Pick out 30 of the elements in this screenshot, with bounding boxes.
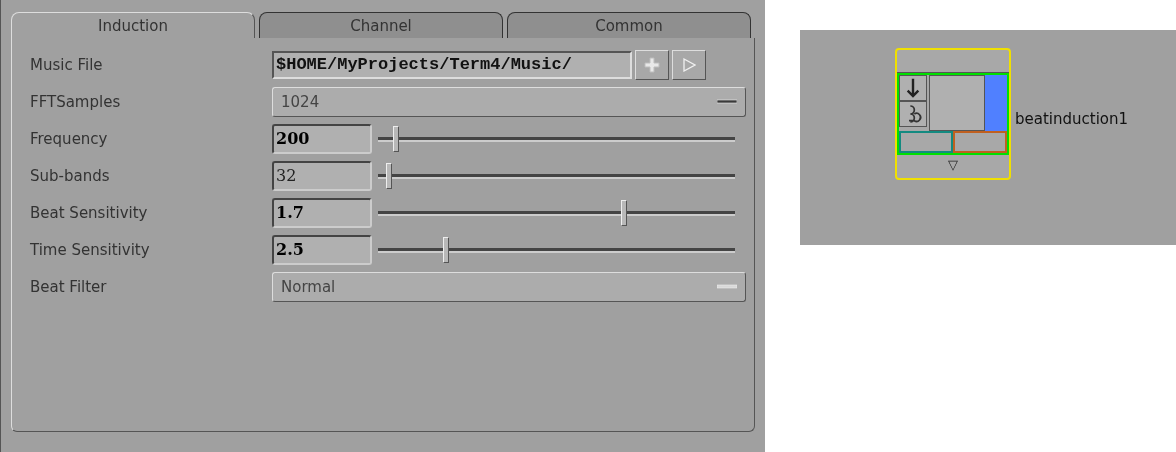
dropdown-menu[interactable]: 1024: [272, 87, 746, 117]
number-field[interactable]: 200: [272, 124, 372, 154]
parameter-label: Beat Sensitivity: [30, 204, 149, 222]
preview-area: [929, 75, 985, 131]
play-button[interactable]: [672, 50, 706, 80]
tab[interactable]: Channel: [259, 12, 503, 38]
parameter-label: Sub-bands: [30, 167, 111, 185]
parameter-label: Time Sensitivity: [30, 241, 151, 259]
plus-icon: [644, 57, 660, 73]
number-field[interactable]: 1.7: [272, 198, 372, 228]
number-field[interactable]: 32: [272, 161, 372, 191]
knot-icon[interactable]: [899, 101, 927, 127]
slider-thumb[interactable]: [392, 126, 399, 152]
expand-toggle[interactable]: ▽: [897, 155, 1009, 175]
file-path-field[interactable]: $HOME/MyProjects/Term4/Music/: [272, 51, 632, 79]
parameter-label: Beat Filter: [30, 278, 108, 296]
tab[interactable]: Induction: [11, 12, 255, 38]
node-tile[interactable]: ▽: [895, 48, 1011, 180]
input-slot[interactable]: [899, 131, 953, 153]
slider-thumb[interactable]: [442, 237, 449, 263]
slider-thumb[interactable]: [621, 200, 628, 226]
parameter-label: Frequency: [30, 130, 109, 148]
parameter-label: Music File: [30, 56, 104, 74]
add-button[interactable]: [635, 50, 669, 80]
node-name: beatinduction1: [1015, 110, 1129, 128]
slider-thumb[interactable]: [385, 163, 392, 189]
number-field[interactable]: 2.5: [272, 235, 372, 265]
tab[interactable]: Common: [507, 12, 751, 38]
parameter-label: FFTSamples: [30, 93, 122, 111]
play-icon: [682, 58, 696, 72]
